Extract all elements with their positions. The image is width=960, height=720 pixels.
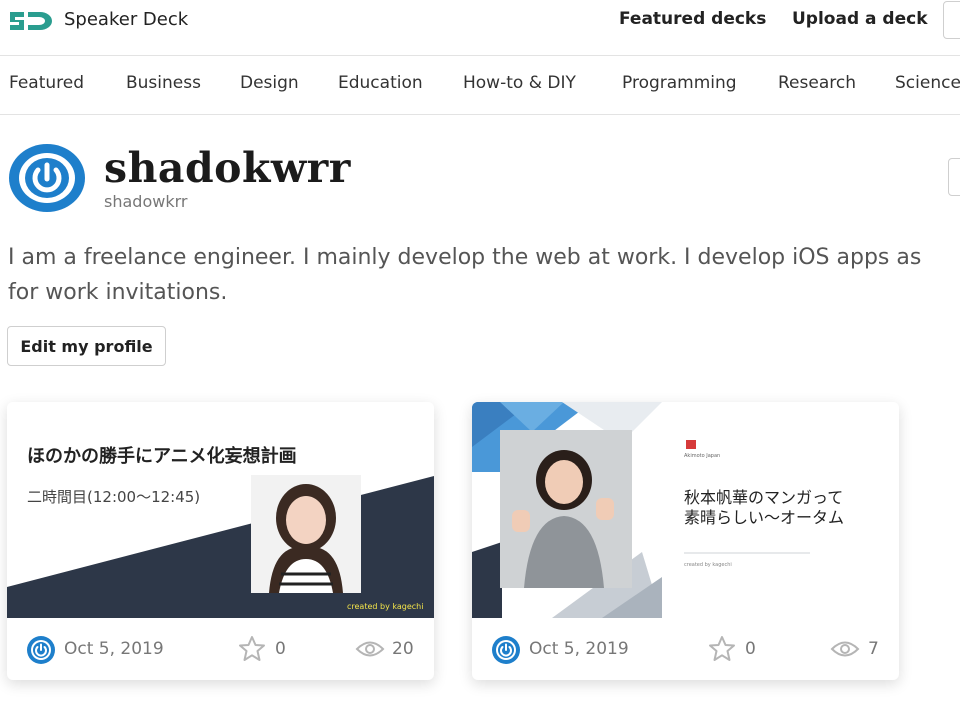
eye-icon [355,641,385,657]
category-science[interactable]: Science [895,73,960,93]
star-icon[interactable] [238,635,266,663]
deck-meta: Oct 5, 2019 0 20 [7,618,434,680]
bio-line-2: for work invitations. [8,280,228,305]
category-research[interactable]: Research [778,73,856,93]
deck-date: Oct 5, 2019 [64,639,164,659]
slide-background [7,402,434,618]
slide-brand: Akimoto Japan [684,453,721,459]
bio-line-1: I am a freelance engineer. I mainly deve… [8,245,922,270]
profile-bio: I am a freelance engineer. I mainly deve… [8,240,960,310]
brand-name[interactable]: Speaker Deck [64,9,188,30]
category-business[interactable]: Business [126,73,201,93]
slide-subtitle: 二時間目(12:00〜12:45) [27,488,201,506]
profile-name: shadokwrr [104,144,351,192]
eye-icon [830,641,860,657]
deck-date: Oct 5, 2019 [529,639,629,659]
slide-title: ほのかの勝手にアニメ化妄想計画 [27,446,297,467]
nav-featured-decks[interactable]: Featured decks [619,9,766,29]
author-avatar[interactable] [492,636,520,664]
deck-card[interactable]: ほのかの勝手にアニメ化妄想計画 二時間目(12:00〜12:45) create… [7,402,434,680]
category-design[interactable]: Design [240,73,299,93]
author-avatar[interactable] [27,636,55,664]
nav-upload-deck[interactable]: Upload a deck [792,9,928,29]
category-how-to-diy[interactable]: How-to & DIY [463,73,576,93]
star-icon[interactable] [708,635,736,663]
slide-title-line-1: 秋本帆華のマンガって [684,488,844,507]
deck-thumbnail[interactable]: ほのかの勝手にアニメ化妄想計画 二時間目(12:00〜12:45) create… [7,402,434,618]
category-programming[interactable]: Programming [622,73,737,93]
profile-handle: shadowkrr [104,192,188,211]
deck-card[interactable]: Akimoto Japan 秋本帆華のマンガって 素晴らしい〜オータム crea… [472,402,899,680]
slide-title: 秋本帆華のマンガって 素晴らしい〜オータム [684,488,844,528]
slide-credit: created by kagechi [684,562,732,568]
category-bar: Featured Business Design Education How-t… [0,56,960,115]
speaker-deck-logo-icon[interactable] [8,8,54,34]
deck-thumbnail[interactable]: Akimoto Japan 秋本帆華のマンガって 素晴らしい〜オータム crea… [472,402,899,618]
view-count: 20 [392,639,414,659]
category-education[interactable]: Education [338,73,423,93]
slide-title-line-2: 素晴らしい〜オータム [684,508,845,527]
deck-meta: Oct 5, 2019 0 7 [472,618,899,680]
slide-credit: created by kagechi [347,602,424,611]
category-featured[interactable]: Featured [9,73,84,93]
header-menu-button[interactable] [943,1,960,39]
profile-action-button[interactable] [948,158,960,196]
view-count: 7 [868,639,879,659]
edit-profile-button[interactable]: Edit my profile [7,326,166,366]
top-header: Speaker Deck Featured decks Upload a dec… [0,0,960,56]
star-count: 0 [275,639,286,659]
star-count: 0 [745,639,756,659]
profile-avatar [9,144,85,212]
